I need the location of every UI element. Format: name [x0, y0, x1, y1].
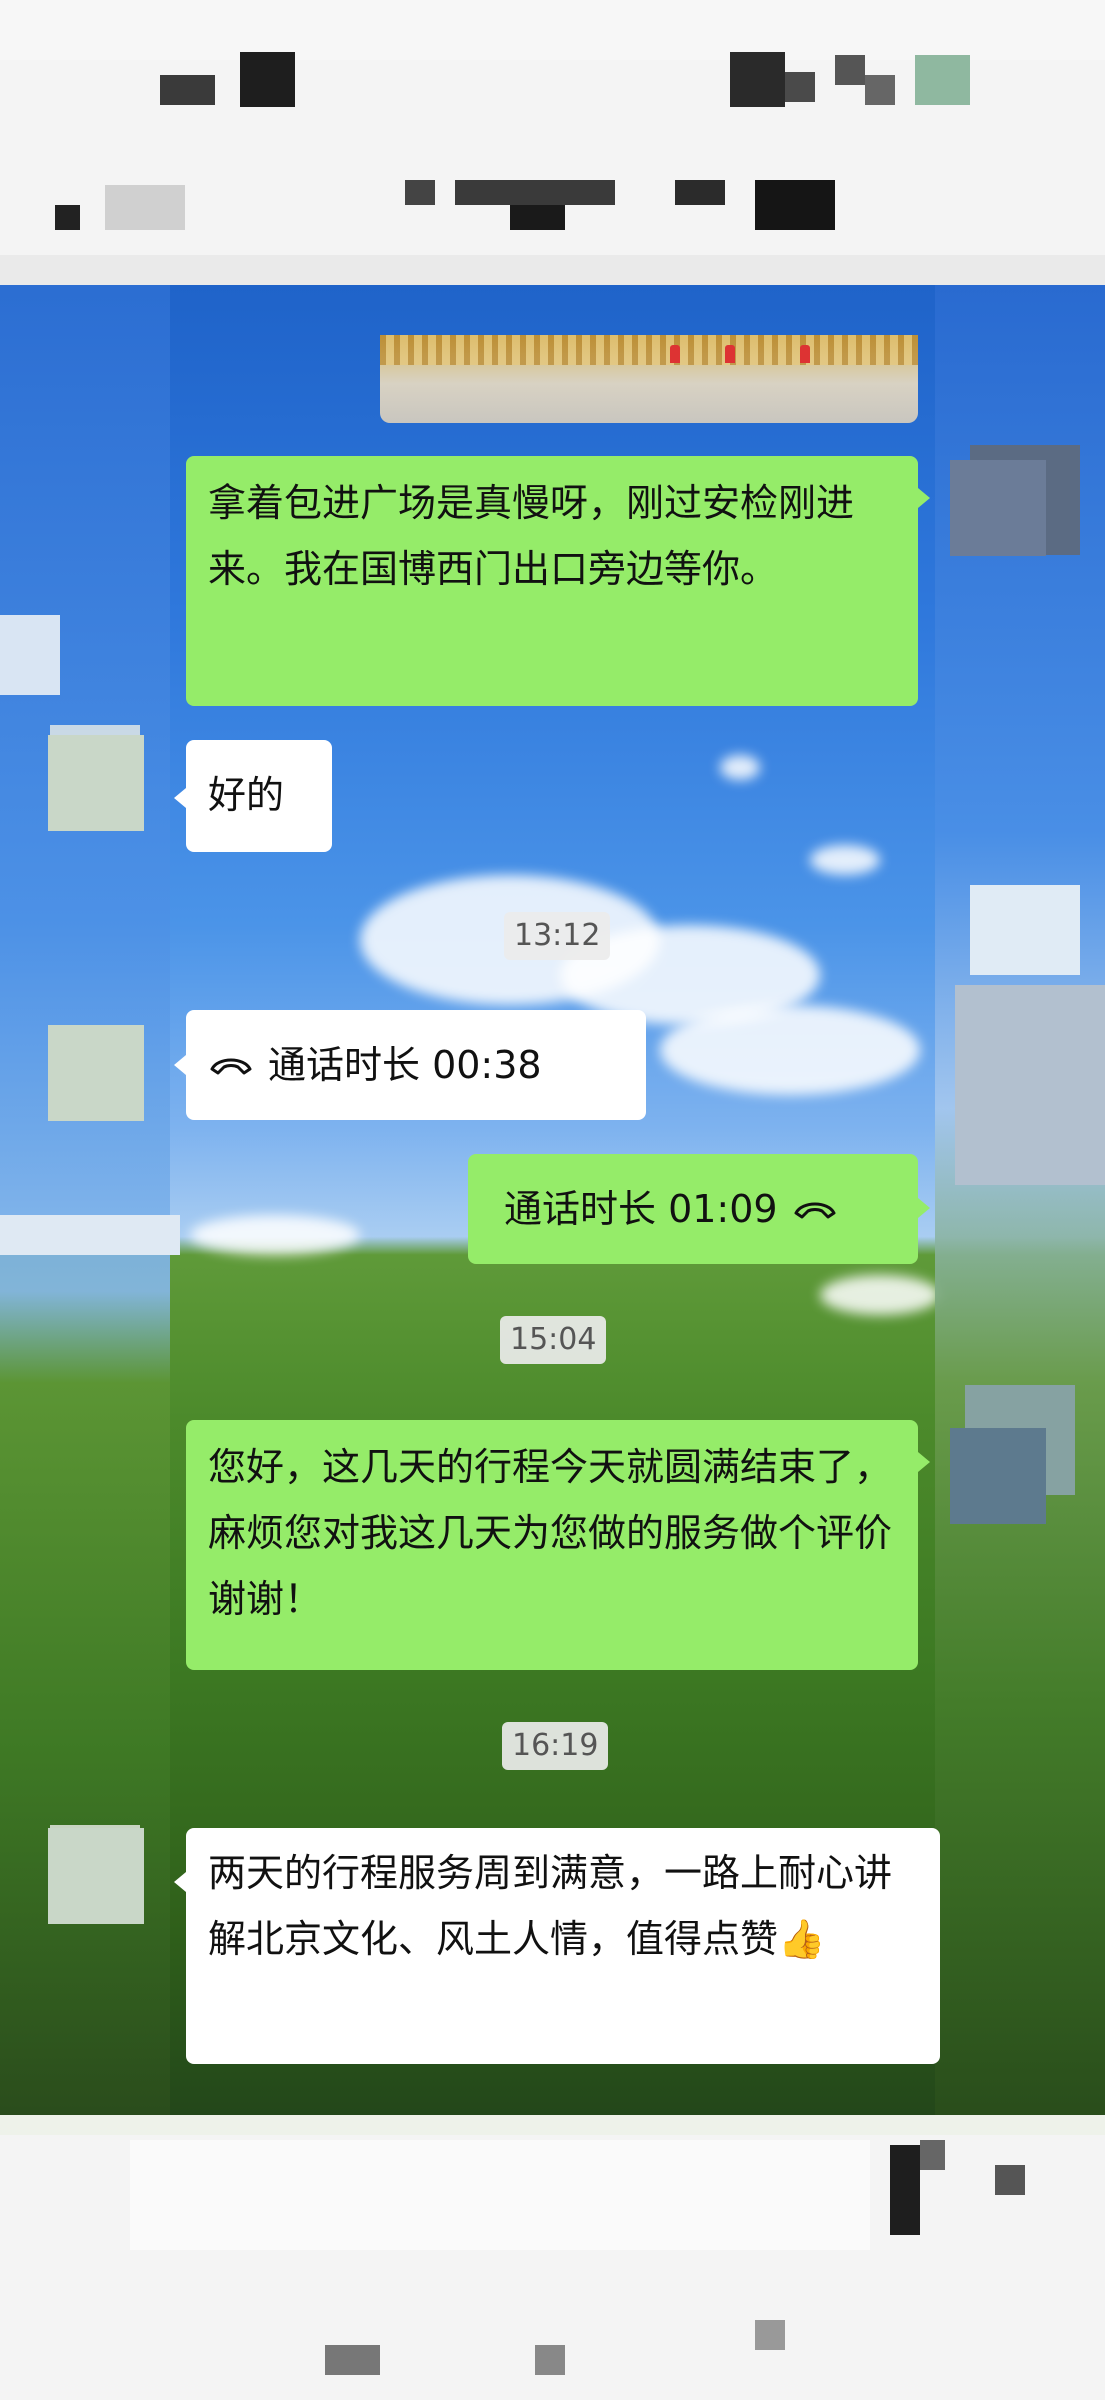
bubble-tail	[174, 1055, 186, 1075]
my-avatar[interactable]	[950, 1428, 1046, 1524]
timestamp: 16:19	[502, 1722, 609, 1770]
message-bubble-received[interactable]: 两天的行程服务周到满意，一路上耐心讲解北京文化、风土人情，值得点赞👍	[186, 1828, 940, 2064]
my-avatar[interactable]	[950, 460, 1046, 556]
contact-avatar[interactable]	[48, 1025, 144, 1121]
message-text: 好的	[208, 773, 285, 817]
bottom-input-bar	[0, 2115, 1105, 2400]
phone-handset-icon	[210, 1058, 252, 1075]
photo-cone	[670, 345, 680, 363]
photo-message[interactable]	[380, 335, 918, 423]
message-bubble-sent[interactable]: 拿着包进广场是真慢呀，刚过安检刚进来。我在国博西门出口旁边等你。	[186, 456, 918, 706]
bubble-tail	[174, 1872, 186, 1892]
call-record-received[interactable]: 通话时长 00:38	[186, 1010, 646, 1120]
message-text: 您好，这几天的行程今天就圆满结束了， 麻烦您对我这几天为您做的服务做个评价 谢谢…	[208, 1445, 905, 1621]
photo-cone	[800, 345, 810, 363]
timestamp: 15:04	[500, 1316, 607, 1364]
message-text: 拿着包进广场是真慢呀，刚过安检刚进来。我在国博西门出口旁边等你。	[208, 481, 855, 591]
photo-cone	[725, 345, 735, 363]
timestamp: 13:12	[504, 912, 611, 960]
call-record-sent[interactable]: 通话时长 01:09	[468, 1154, 918, 1264]
contact-avatar[interactable]	[48, 1828, 144, 1924]
bubble-tail	[918, 488, 930, 508]
phone-handset-icon	[794, 1202, 836, 1219]
photo-fence	[380, 335, 918, 365]
call-duration-text: 通话时长 00:38	[268, 1043, 542, 1087]
bubble-tail	[174, 788, 186, 808]
message-bubble-sent[interactable]: 您好，这几天的行程今天就圆满结束了， 麻烦您对我这几天为您做的服务做个评价 谢谢…	[186, 1420, 918, 1670]
top-status-and-title-bar	[0, 0, 1105, 285]
message-bubble-received[interactable]: 好的	[186, 740, 332, 852]
bubble-tail	[918, 1452, 930, 1472]
bubble-tail	[918, 1198, 930, 1218]
message-text: 两天的行程服务周到满意，一路上耐心讲解北京文化、风土人情，值得点赞👍	[208, 1851, 893, 1961]
call-duration-text: 通话时长 01:09	[504, 1187, 778, 1231]
contact-avatar[interactable]	[48, 735, 144, 831]
